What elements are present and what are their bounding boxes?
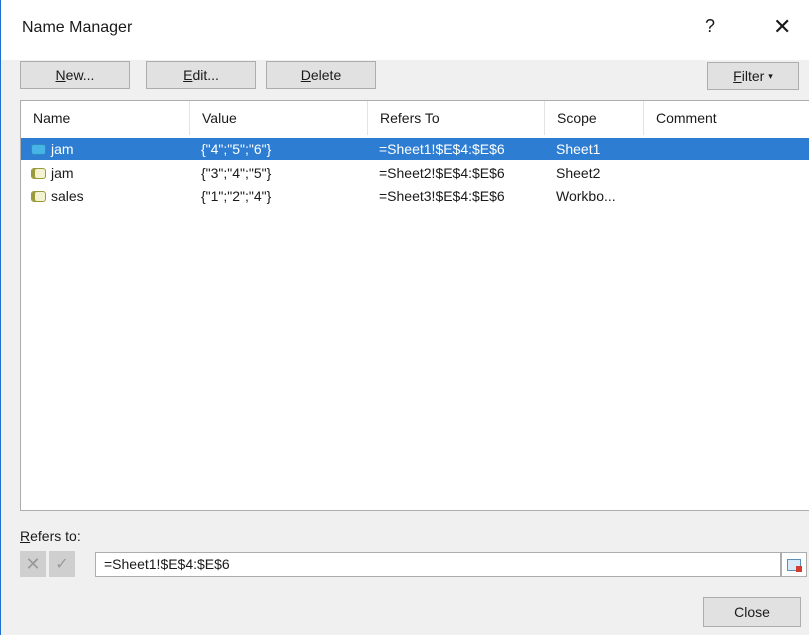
row-name-cell: jam xyxy=(31,162,191,184)
names-list[interactable]: Name Value Refers To Scope Comment jam {… xyxy=(20,100,809,511)
refers-label-text: efers to: xyxy=(30,528,81,544)
collapse-dialog-button[interactable] xyxy=(781,552,807,577)
edit-button[interactable]: Edit... xyxy=(146,61,256,89)
filter-button[interactable]: Filter ▾ xyxy=(707,62,799,90)
row-value: {"4";"5";"6"} xyxy=(201,141,272,157)
row-value: {"1";"2";"4"} xyxy=(201,188,272,204)
filter-label: ilter xyxy=(741,68,765,84)
named-range-icon xyxy=(31,167,46,179)
refers-accel: R xyxy=(20,528,31,544)
row-comment xyxy=(643,185,809,207)
header-refers-to[interactable]: Refers To xyxy=(367,101,544,135)
row-refers-to: =Sheet1!$E$4:$E$6 xyxy=(379,141,505,157)
row-scope: Sheet1 xyxy=(556,141,601,157)
edit-accel: E xyxy=(183,67,193,83)
header-scope[interactable]: Scope xyxy=(544,101,643,135)
filter-accel: F xyxy=(733,68,742,84)
row-name: jam xyxy=(51,165,74,181)
close-button[interactable]: Close xyxy=(703,597,801,627)
row-name-cell: jam xyxy=(31,138,191,160)
named-range-icon xyxy=(31,143,46,155)
header-value[interactable]: Value xyxy=(189,101,367,135)
row-scope: Sheet2 xyxy=(556,165,601,181)
refers-to-label: Refers to: xyxy=(20,528,81,544)
new-label: ew... xyxy=(65,67,95,83)
refers-to-input[interactable]: =Sheet1!$E$4:$E$6 xyxy=(95,552,781,577)
title-bar: Name Manager ? ✕ xyxy=(1,0,809,60)
name-manager-dialog: Name Manager ? ✕ New... Edit... Delete F… xyxy=(0,0,809,635)
table-row[interactable]: sales {"1";"2";"4"} =Sheet3!$E$4:$E$6 Wo… xyxy=(21,185,809,207)
row-name: sales xyxy=(51,188,84,204)
table-row[interactable]: jam {"3";"4";"5"} =Sheet2!$E$4:$E$6 Shee… xyxy=(21,162,809,184)
row-name-cell: sales xyxy=(31,185,191,207)
delete-button[interactable]: Delete xyxy=(266,61,376,89)
named-range-icon xyxy=(31,190,46,202)
row-comment xyxy=(643,138,809,160)
row-scope: Workbo... xyxy=(556,188,616,204)
table-row[interactable]: jam {"4";"5";"6"} =Sheet1!$E$4:$E$6 Shee… xyxy=(21,138,809,160)
chevron-down-icon: ▾ xyxy=(768,70,773,81)
new-button[interactable]: New... xyxy=(20,61,130,89)
confirm-edit-button[interactable]: ✓ xyxy=(49,551,75,577)
row-refers-to: =Sheet3!$E$4:$E$6 xyxy=(379,188,505,204)
close-icon[interactable]: ✕ xyxy=(773,14,791,40)
list-header: Name Value Refers To Scope Comment xyxy=(21,101,809,135)
edit-label: dit... xyxy=(192,67,219,83)
cancel-icon: ✕ xyxy=(25,553,41,574)
delete-accel: D xyxy=(300,67,311,83)
header-name[interactable]: Name xyxy=(21,101,189,135)
help-button[interactable]: ? xyxy=(705,16,715,37)
new-accel: N xyxy=(55,67,66,83)
check-icon: ✓ xyxy=(55,556,69,573)
cancel-edit-button[interactable]: ✕ xyxy=(20,551,46,577)
dialog-title: Name Manager xyxy=(22,19,133,36)
row-name: jam xyxy=(51,141,74,157)
row-comment xyxy=(643,162,809,184)
row-value: {"3";"4";"5"} xyxy=(201,165,272,181)
header-comment[interactable]: Comment xyxy=(643,101,809,135)
range-select-icon xyxy=(787,558,802,572)
row-refers-to: =Sheet2!$E$4:$E$6 xyxy=(379,165,505,181)
delete-label: elete xyxy=(310,67,342,83)
